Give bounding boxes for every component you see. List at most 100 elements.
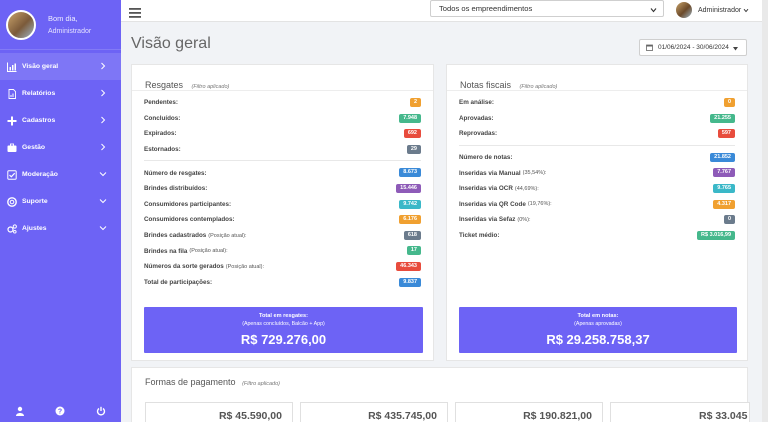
admin-avatar xyxy=(676,2,692,18)
stat-note: (Posição atual): xyxy=(208,232,247,239)
hamburger-menu-icon[interactable] xyxy=(129,5,141,18)
stat-row: Números da sorte gerados (Posição atual):… xyxy=(144,259,421,275)
stat-note: (44,69%): xyxy=(514,185,539,192)
stat-badge: 618 xyxy=(403,230,421,240)
plus-icon xyxy=(7,116,17,126)
select-value: Todos os empreendimentos xyxy=(439,4,533,13)
notas-card: Notas fiscais (Filtro aplicado) Em análi… xyxy=(446,64,748,361)
notas-rows: Em análise: 0 Aprovadas: 21.255 Reprovadas: 5… xyxy=(447,91,747,243)
empreendimento-select[interactable]: Todos os empreendimentos xyxy=(430,0,664,17)
stat-badge: 7.767 xyxy=(713,168,735,178)
stat-row: Brindes distribuídos: 15.446 xyxy=(144,181,421,197)
stat-label: Em análise: xyxy=(459,99,494,107)
caret-down-icon xyxy=(732,46,738,50)
total-note: (Apenas aprovadas) xyxy=(574,321,622,327)
stat-label: Total de participações: xyxy=(144,278,213,286)
stat-label: Consumidores participantes: xyxy=(144,200,232,208)
stat-badge: 0 xyxy=(723,215,735,225)
chevron-right-icon xyxy=(99,62,107,70)
stat-badge: 6.176 xyxy=(399,215,421,225)
page-scrollbar[interactable] xyxy=(762,0,768,422)
stat-label: Inseridas via OCR xyxy=(459,185,513,193)
check-square-icon xyxy=(7,169,17,180)
help-icon[interactable]: ? xyxy=(55,406,65,416)
stat-badge: 692 xyxy=(403,129,421,139)
stat-label: Números da sorte gerados xyxy=(144,263,224,271)
date-range-picker[interactable]: 01/06/2024 - 30/06/2024 xyxy=(639,39,747,56)
sidebar-item-relatorios[interactable]: Relatórios xyxy=(0,80,121,107)
notas-title: Notas fiscais xyxy=(460,80,512,90)
stat-label: Número de notas: xyxy=(459,154,513,162)
pagamento-filter-note: (Filtro aplicado) xyxy=(242,381,280,387)
sidebar-item-gestao[interactable]: Gestão xyxy=(0,134,121,161)
stat-row: Inseridas via QR Code (19,76%): 4.317 xyxy=(459,197,735,213)
avatar xyxy=(6,9,36,40)
power-icon[interactable] xyxy=(96,406,106,416)
resgates-filter-note: (Filtro aplicado) xyxy=(191,84,230,90)
calendar-icon xyxy=(646,44,653,51)
gears-icon xyxy=(7,223,17,234)
stat-note: (Posição atual): xyxy=(225,263,265,270)
payment-box: R$ 33.045 xyxy=(610,402,750,422)
stat-badge: 21.852 xyxy=(710,152,735,162)
total-value: R$ 29.258.758,37 xyxy=(546,332,650,347)
briefcase-icon xyxy=(7,143,17,153)
stat-badge: 9.837 xyxy=(399,277,421,287)
stat-badge: 7.948 xyxy=(399,113,421,123)
pagamento-card: Formas de pagamento (Filtro aplicado) R$… xyxy=(131,367,750,422)
stat-label: Expirados: xyxy=(144,130,177,138)
stat-label: Inseridas via QR Code xyxy=(459,200,526,208)
stat-note: (35,54%): xyxy=(522,170,547,177)
stat-label: Aprovadas: xyxy=(459,114,494,122)
stat-badge: 0 xyxy=(723,98,735,107)
stat-row: Ticket médio: R$ 3.016,99 xyxy=(459,228,735,244)
sidebar-menu: Visão geral Relatórios Cadastros Gestão Mode… xyxy=(0,53,121,242)
sidebar-item-suporte[interactable]: Suporte xyxy=(0,188,121,215)
chevron-down-icon xyxy=(99,197,107,205)
pagamento-title: Formas de pagamento xyxy=(145,377,236,387)
divider xyxy=(459,144,735,146)
stat-label: Brindes cadastrados xyxy=(144,232,207,240)
payment-box: R$ 45.590,00 xyxy=(145,402,293,422)
resgates-rows: Pendentes: 2 Concluídos: 7.948 Expirados: 692… xyxy=(132,91,433,290)
chevron-right-icon xyxy=(99,116,107,124)
divider xyxy=(144,160,421,162)
stat-badge: R$ 3.016,99 xyxy=(697,230,735,240)
stat-badge: 2 xyxy=(409,98,421,107)
stat-row: Aprovadas: 21.255 xyxy=(459,111,735,127)
chevron-down-icon xyxy=(743,8,749,13)
stat-badge: 46.343 xyxy=(396,261,421,271)
sidebar-item-cadastros[interactable]: Cadastros xyxy=(0,107,121,134)
stat-row: Consumidores participantes: 9.742 xyxy=(144,197,421,213)
admin-name: Administrador xyxy=(698,6,742,14)
svg-text:?: ? xyxy=(58,409,62,416)
stat-label: Ticket médio: xyxy=(459,232,500,240)
payment-box: R$ 190.821,00 xyxy=(455,402,603,422)
stat-row: Número de notas: 21.852 xyxy=(459,150,735,166)
sidebar-item-moderacao[interactable]: Moderação xyxy=(0,161,121,188)
stat-badge: 8.673 xyxy=(399,168,421,178)
stat-row: Expirados: 692 xyxy=(144,126,421,142)
stat-row: Reprovadas: 597 xyxy=(459,126,735,142)
sidebar-item-ajustes[interactable]: Ajustes xyxy=(0,215,121,242)
stat-badge: 21.255 xyxy=(710,113,735,123)
stat-row: Estornados: 29 xyxy=(144,142,421,158)
resgates-total: Total em resgates: (Apenas concluídos, B… xyxy=(144,307,423,353)
page-title: Visão geral xyxy=(131,35,211,52)
chevron-right-icon xyxy=(99,143,107,151)
notas-total: Total em notas: (Apenas aprovadas) R$ 29… xyxy=(459,307,737,353)
stat-label: Reprovadas: xyxy=(459,130,498,138)
sidebar-item-visao-geral[interactable]: Visão geral xyxy=(0,53,121,80)
total-note: (Apenas concluídos, Balcão + App) xyxy=(242,321,325,327)
stat-label: Inseridas via Sefaz xyxy=(459,216,516,224)
stat-badge: 17 xyxy=(406,246,421,256)
stat-badge: 597 xyxy=(717,129,735,139)
stat-label: Brindes na fila xyxy=(144,247,188,255)
greeting: Bom dia, xyxy=(48,13,78,23)
chart-icon xyxy=(7,62,17,72)
stat-note: (0%): xyxy=(517,216,531,223)
stat-row: Pendentes: 2 xyxy=(144,95,421,111)
payment-box: R$ 435.745,00 xyxy=(300,402,448,422)
admin-menu[interactable]: Administrador xyxy=(676,2,749,18)
user-icon[interactable] xyxy=(15,406,25,416)
